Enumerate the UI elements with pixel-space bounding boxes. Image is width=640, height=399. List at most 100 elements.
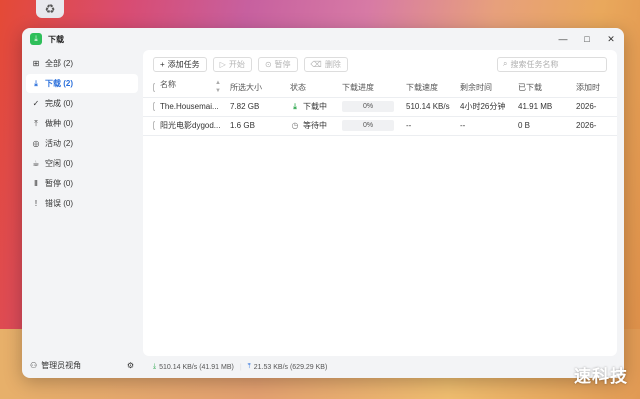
check-icon: ✓ bbox=[32, 99, 40, 108]
start-label: 开始 bbox=[228, 59, 245, 69]
sidebar-item-label: 错误 (0) bbox=[45, 199, 73, 208]
pause-circle-icon: ⊙ bbox=[264, 59, 272, 69]
toolbar: + 添加任务 ▷ 开始 ⊙ 暂停 ⌫ 删除 ⌕ bbox=[143, 50, 617, 78]
search-box[interactable]: ⌕ bbox=[497, 56, 607, 72]
sidebar-item-label: 暂停 (0) bbox=[45, 179, 73, 188]
sidebar-item-completed[interactable]: ✓ 完成 (0) bbox=[26, 94, 138, 113]
start-button[interactable]: ▷ 开始 bbox=[212, 56, 252, 72]
task-downloaded: 0 B bbox=[513, 116, 571, 136]
window-controls: — □ ✕ bbox=[558, 34, 616, 45]
task-progress: 0% bbox=[337, 97, 401, 117]
task-added: 2026- bbox=[571, 97, 617, 117]
pause-icon: Ⅱ bbox=[34, 179, 38, 188]
row-checkbox[interactable] bbox=[153, 102, 155, 112]
error-icon: ! bbox=[34, 199, 38, 208]
upload-speed-total: 21.53 KB/s (629.29 KB) bbox=[253, 363, 328, 371]
task-status: ⤓ 下载中 bbox=[285, 97, 337, 117]
divider: | bbox=[239, 363, 242, 371]
table-row[interactable]: The.Housemai... 7.82 GB ⤓ 下载中 0% 510.14 K… bbox=[143, 97, 617, 117]
sidebar-item-label: 下载 (2) bbox=[45, 79, 73, 88]
col-remaining[interactable]: 剩余时间 bbox=[455, 78, 513, 98]
sort-icon[interactable]: ▲ ▼ bbox=[215, 79, 221, 95]
delete-button[interactable]: ⌫ 删除 bbox=[303, 56, 348, 72]
download-window: ⤓ 下载 — □ ✕ ⊞ 全部 (2) ⤓ 下载 (2) ✓ 完成 (0) ⤒ … bbox=[22, 28, 624, 378]
trash-icon: ⌫ bbox=[310, 59, 322, 69]
status-label: 等待中 bbox=[303, 121, 327, 130]
col-name-label: 名称 bbox=[160, 80, 176, 90]
task-downloaded: 41.91 MB bbox=[513, 97, 571, 117]
col-speed[interactable]: 下载速度 bbox=[401, 78, 455, 98]
download-app-icon: ⤓ bbox=[30, 33, 42, 45]
sidebar: ⊞ 全部 (2) ⤓ 下载 (2) ✓ 完成 (0) ⤒ 做种 (0) ◎ 活动… bbox=[22, 50, 142, 378]
task-status: ◷ 等待中 bbox=[285, 116, 337, 136]
col-size[interactable]: 所选大小 bbox=[225, 78, 285, 98]
sidebar-item-all[interactable]: ⊞ 全部 (2) bbox=[26, 54, 138, 73]
col-downloaded[interactable]: 已下载 bbox=[513, 78, 571, 98]
sidebar-item-label: 完成 (0) bbox=[45, 99, 73, 108]
task-speed: 510.14 KB/s bbox=[401, 97, 455, 117]
table-row[interactable]: 阳光电影dygod... 1.6 GB ◷ 等待中 0% -- -- 0 B 20… bbox=[143, 116, 617, 136]
task-name: The.Housemai... bbox=[155, 97, 225, 117]
pause-button[interactable]: ⊙ 暂停 bbox=[257, 56, 298, 72]
sidebar-item-downloading[interactable]: ⤓ 下载 (2) bbox=[26, 74, 138, 93]
download-speed-total: 510.14 KB/s (41.91 MB) bbox=[159, 363, 234, 371]
upload-icon: ⤒ bbox=[34, 118, 38, 128]
admin-view-bar: ⚇ 管理员视角 ⚙ bbox=[30, 358, 134, 372]
col-progress[interactable]: 下载进度 bbox=[337, 78, 401, 98]
sidebar-item-label: 全部 (2) bbox=[45, 59, 73, 68]
select-all-checkbox[interactable] bbox=[153, 82, 155, 92]
col-name[interactable]: 名称 ▲ ▼ bbox=[155, 78, 225, 98]
sidebar-item-error[interactable]: ! 错误 (0) bbox=[26, 194, 138, 213]
status-bar: ⤓ 510.14 KB/s (41.91 MB) | ⤒ 21.53 KB/s … bbox=[143, 356, 617, 378]
plus-icon: + bbox=[160, 59, 165, 69]
activity-icon: ◎ bbox=[32, 139, 40, 148]
gear-icon[interactable]: ⚙ bbox=[127, 361, 134, 370]
task-added: 2026- bbox=[571, 116, 617, 136]
sidebar-item-paused[interactable]: Ⅱ 暂停 (0) bbox=[26, 174, 138, 193]
upload-speed-icon: ⤒ bbox=[247, 363, 251, 370]
sidebar-item-seeding[interactable]: ⤒ 做种 (0) bbox=[26, 114, 138, 133]
minimize-icon[interactable]: — bbox=[558, 34, 568, 45]
progress-bar: 0% bbox=[342, 101, 394, 112]
pause-label: 暂停 bbox=[274, 59, 291, 69]
close-icon[interactable]: ✕ bbox=[606, 34, 616, 45]
task-name: 阳光电影dygod... bbox=[155, 116, 225, 136]
admin-icon: ⚇ bbox=[30, 360, 38, 370]
watermark: 速科技 bbox=[574, 367, 628, 387]
col-added[interactable]: 添加时 bbox=[571, 78, 617, 98]
col-status[interactable]: 状态 bbox=[285, 78, 337, 98]
task-size: 1.6 GB bbox=[225, 116, 285, 136]
status-label: 下载中 bbox=[303, 102, 327, 111]
maximize-icon[interactable]: □ bbox=[582, 34, 592, 45]
play-icon: ▷ bbox=[219, 59, 226, 69]
row-checkbox[interactable] bbox=[153, 121, 155, 131]
titlebar: ⤓ 下载 — □ ✕ bbox=[22, 28, 624, 50]
admin-view-label[interactable]: 管理员视角 bbox=[41, 360, 81, 371]
sidebar-item-label: 做种 (0) bbox=[45, 119, 73, 128]
task-remaining: -- bbox=[455, 116, 513, 136]
task-size: 7.82 GB bbox=[225, 97, 285, 117]
window-title: 下载 bbox=[48, 34, 64, 44]
row-select-cell bbox=[143, 97, 155, 117]
sidebar-item-idle[interactable]: ☕ 空闲 (0) bbox=[26, 154, 138, 173]
table-header-row: 名称 ▲ ▼ 所选大小 状态 下载进度 下载速度 剩余时间 已下载 添加时 bbox=[143, 78, 617, 98]
download-speed-icon: ⤓ bbox=[153, 363, 157, 370]
coffee-icon: ☕ bbox=[32, 159, 40, 168]
select-all-cell bbox=[143, 78, 155, 98]
task-progress: 0% bbox=[337, 116, 401, 136]
sidebar-item-label: 活动 (2) bbox=[45, 139, 73, 148]
add-task-button[interactable]: + 添加任务 bbox=[153, 56, 207, 72]
recycle-bin-icon[interactable]: ♻ bbox=[36, 0, 64, 18]
delete-label: 删除 bbox=[324, 59, 341, 69]
task-speed: -- bbox=[401, 116, 455, 136]
search-input[interactable] bbox=[510, 59, 601, 69]
all-icon: ⊞ bbox=[32, 59, 40, 68]
task-remaining: 4小时26分钟 bbox=[455, 97, 513, 117]
search-icon: ⌕ bbox=[503, 59, 508, 68]
task-panel: + 添加任务 ▷ 开始 ⊙ 暂停 ⌫ 删除 ⌕ 搜索任务名称 名称 ▲ ▼ 所选… bbox=[143, 50, 617, 356]
sidebar-item-label: 空闲 (0) bbox=[45, 159, 73, 168]
add-task-label: 添加任务 bbox=[167, 59, 200, 69]
downloading-icon: ⤓ bbox=[293, 102, 297, 111]
sidebar-item-active[interactable]: ◎ 活动 (2) bbox=[26, 134, 138, 153]
task-table: 名称 ▲ ▼ 所选大小 状态 下载进度 下载速度 剩余时间 已下载 添加时 The.… bbox=[143, 78, 617, 136]
